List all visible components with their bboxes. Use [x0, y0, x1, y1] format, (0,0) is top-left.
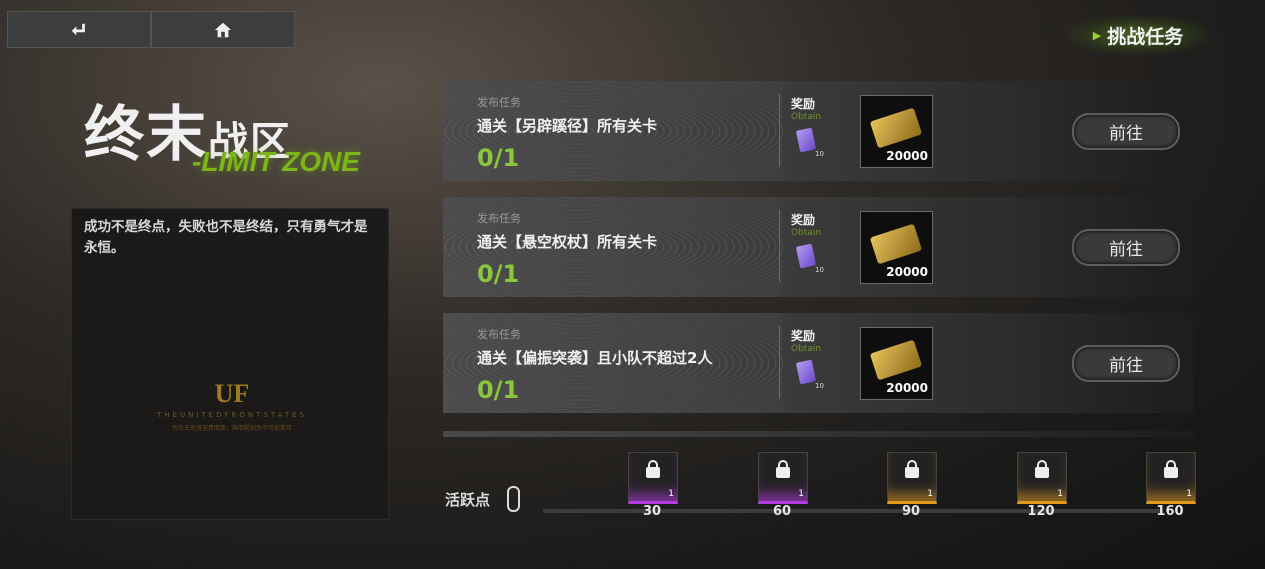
challenge-tasks-button[interactable]: ▶ 挑战任务 [1068, 16, 1208, 54]
activity-milestone-value: 160 [1156, 504, 1184, 519]
description-panel: 成功不是终点，失败也不是终结，只有勇气才是永恒。 UF THEUNITEDFRO… [71, 208, 389, 520]
reward-label: 奖励 [791, 329, 816, 343]
activity-milestone-value: 60 [772, 504, 792, 519]
task-title: 通关【悬空权杖】所有关卡 [477, 233, 658, 251]
logo-line-2: 为先王先贤无畏而变，奔而前则为不可能变可 [171, 425, 292, 432]
activity-chest[interactable]: 1 [628, 452, 678, 504]
task-card-partial [443, 431, 1194, 437]
challenge-label: 挑战任务 [1107, 25, 1184, 48]
task-card: 发布任务 通关【偏振突袭】且小队不超过2人 0/1 奖励 Obtain 10 2… [443, 313, 1194, 413]
gold-currency-icon [869, 223, 923, 265]
reward-amount: 20000 [886, 265, 928, 279]
go-button[interactable]: 前往 [1072, 229, 1180, 266]
activity-label: 活跃点 [445, 491, 491, 509]
task-card: 发布任务 通关【另辟蹊径】所有关卡 0/1 奖励 Obtain 10 20000… [443, 81, 1194, 181]
ticket-icon [795, 359, 817, 385]
activity-milestone-value: 90 [901, 504, 921, 519]
task-tag: 发布任务 [477, 96, 521, 109]
activity-milestone-value: 120 [1027, 504, 1055, 519]
divider [779, 94, 780, 167]
chest-count: 1 [798, 489, 804, 499]
reward-amount: 20000 [886, 149, 928, 163]
activity-chest[interactable]: 1 [1146, 452, 1196, 504]
reward-item[interactable]: 20000 [860, 211, 933, 284]
reward-obtain-label: Obtain [791, 112, 822, 122]
ticket-icon [795, 243, 817, 269]
divider [779, 326, 780, 399]
home-button[interactable] [151, 11, 295, 48]
task-card: 发布任务 通关【悬空权杖】所有关卡 0/1 奖励 Obtain 10 20000… [443, 197, 1194, 297]
faction-logo: UF THEUNITEDFRONTSTATES 为先王先贤无畏而变，奔而前则为不… [132, 379, 332, 432]
chest-count: 1 [668, 489, 674, 499]
task-tag: 发布任务 [477, 328, 521, 341]
ticket-quantity: 10 [815, 266, 824, 274]
ticket-quantity: 10 [815, 382, 824, 390]
triangle-right-icon: ▶ [1092, 28, 1102, 42]
gold-currency-icon [869, 339, 923, 381]
reward-label: 奖励 [791, 97, 816, 111]
top-nav [7, 11, 295, 48]
task-title: 通关【偏振突袭】且小队不超过2人 [477, 349, 713, 367]
logo-line-1: THEUNITEDFRONTSTATES [157, 411, 307, 419]
home-icon [214, 22, 232, 37]
logo-mark: UF [214, 379, 250, 408]
zone-title-big: 终末 [84, 100, 208, 170]
lock-icon [646, 460, 660, 478]
reward-obtain-label: Obtain [791, 228, 822, 238]
task-tag: 发布任务 [477, 212, 521, 225]
lock-icon [1035, 460, 1049, 478]
paperclip-icon [507, 486, 520, 512]
activity-milestone-value: 30 [642, 504, 662, 519]
go-button[interactable]: 前往 [1072, 345, 1180, 382]
chest-count: 1 [1057, 489, 1063, 499]
activity-chest[interactable]: 1 [758, 452, 808, 504]
ticket-quantity: 10 [815, 150, 824, 158]
divider [779, 210, 780, 283]
task-progress: 0/1 [477, 260, 520, 288]
description-text: 成功不是终点，失败也不是终结，只有勇气才是永恒。 [84, 219, 368, 256]
gold-currency-icon [869, 107, 923, 149]
zone-subtitle: -LIMIT ZONE [192, 146, 360, 177]
task-progress: 0/1 [477, 144, 520, 172]
back-arrow-icon [71, 23, 85, 35]
lock-icon [1164, 460, 1178, 478]
chest-count: 1 [1186, 489, 1192, 499]
activity-chest[interactable]: 1 [1017, 452, 1067, 504]
activity-chest[interactable]: 1 [887, 452, 937, 504]
chest-count: 1 [927, 489, 933, 499]
go-button[interactable]: 前往 [1072, 113, 1180, 150]
ticket-icon [795, 127, 817, 153]
reward-item[interactable]: 20000 [860, 95, 933, 168]
task-title: 通关【另辟蹊径】所有关卡 [477, 117, 658, 135]
task-progress: 0/1 [477, 376, 520, 404]
lock-icon [776, 460, 790, 478]
reward-label: 奖励 [791, 213, 816, 227]
lock-icon [905, 460, 919, 478]
back-button[interactable] [7, 11, 151, 48]
reward-amount: 20000 [886, 381, 928, 395]
reward-obtain-label: Obtain [791, 344, 822, 354]
reward-item[interactable]: 20000 [860, 327, 933, 400]
